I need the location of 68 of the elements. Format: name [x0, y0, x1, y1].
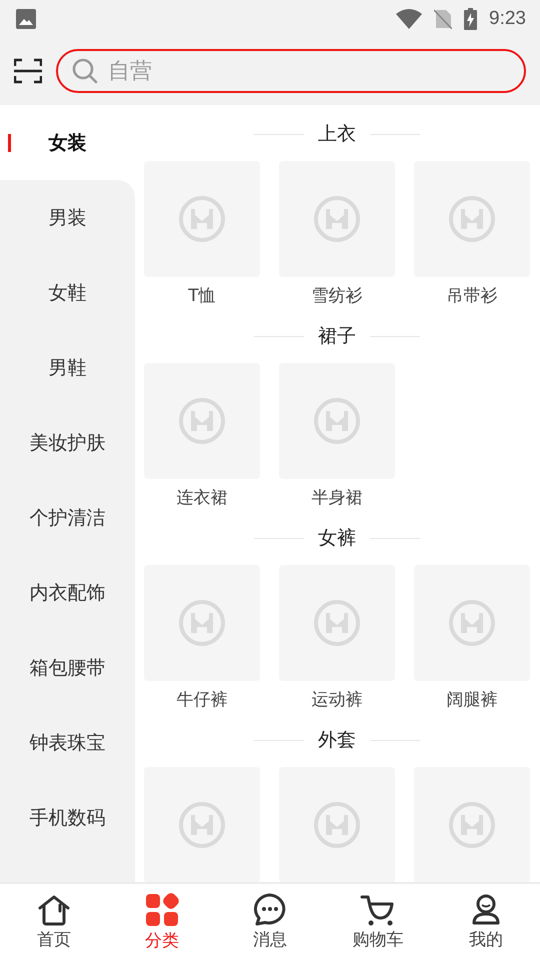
logo-placeholder-icon	[448, 599, 496, 647]
user-icon	[470, 894, 502, 926]
tab-label: 消息	[253, 929, 287, 951]
search-field[interactable]: 自营	[56, 49, 526, 93]
product-thumbnail[interactable]	[279, 161, 395, 277]
search-input[interactable]: 自营	[106, 58, 510, 84]
subcategory-label[interactable]: 连衣裙	[176, 486, 228, 509]
category-item[interactable]: 钟表珠宝	[0, 705, 135, 780]
subcategory-label[interactable]: 吊带衫	[446, 284, 498, 307]
product-thumbnail[interactable]	[414, 767, 530, 882]
subcategory-label[interactable]: 半身裙	[312, 486, 362, 509]
tab-label: 购物车	[352, 928, 404, 950]
selection-indicator	[8, 134, 11, 152]
product-thumbnail[interactable]	[144, 767, 260, 882]
logo-placeholder-icon	[313, 599, 361, 647]
no-sim-icon	[434, 8, 452, 28]
product-thumbnail[interactable]	[144, 565, 260, 681]
scan-icon[interactable]	[14, 58, 42, 84]
subcategory-label[interactable]: 阔腿裤	[446, 688, 498, 711]
logo-placeholder-icon	[313, 195, 361, 243]
wifi-icon	[396, 8, 422, 28]
category-item[interactable]: 男鞋	[0, 330, 135, 405]
category-grid-icon	[145, 892, 179, 926]
subcategory-label[interactable]: T恤	[188, 284, 216, 307]
tab-bar-item[interactable]: 我的	[432, 884, 540, 960]
product-thumbnail[interactable]	[414, 565, 530, 681]
logo-placeholder-icon	[178, 195, 226, 243]
tab-label: 分类	[145, 930, 179, 952]
category-item[interactable]: 箱包腰带	[0, 630, 135, 705]
battery-icon	[464, 8, 478, 30]
logo-placeholder-icon	[448, 801, 496, 849]
image-icon	[16, 8, 36, 28]
tab-bar-item[interactable]: 分类	[108, 884, 216, 960]
tab-label: 首页	[37, 928, 71, 950]
product-thumbnail[interactable]	[279, 363, 395, 479]
logo-placeholder-icon	[178, 397, 226, 445]
product-thumbnail[interactable]	[279, 565, 395, 681]
section-title: 外套	[318, 728, 356, 753]
chat-bubble-icon	[253, 893, 287, 926]
subcategory-label[interactable]: 牛仔裤	[176, 688, 228, 711]
tab-bar-item[interactable]: 首页	[0, 884, 108, 960]
logo-placeholder-icon	[178, 801, 226, 849]
section-title: 裙子	[318, 324, 356, 349]
logo-placeholder-icon	[313, 801, 361, 849]
tab-bar-item[interactable]: 购物车	[324, 884, 432, 960]
section-title: 女裤	[318, 526, 356, 551]
status-time: 9:23	[489, 8, 526, 30]
category-item[interactable]: 手机数码	[0, 780, 135, 855]
product-thumbnail[interactable]	[144, 161, 260, 277]
category-item[interactable]: 内衣配饰	[0, 555, 135, 630]
logo-placeholder-icon	[448, 195, 496, 243]
category-item[interactable]: 女鞋	[0, 255, 135, 330]
product-thumbnail[interactable]	[414, 161, 530, 277]
home-icon	[37, 894, 71, 926]
subcategory-label[interactable]: 运动裤	[312, 688, 362, 711]
section-title: 上衣	[318, 122, 356, 147]
tab-bar-item[interactable]: 消息	[216, 884, 324, 960]
subcategory-label[interactable]: 雪纺衫	[312, 284, 362, 307]
logo-placeholder-icon	[178, 599, 226, 647]
tab-label: 我的	[469, 928, 503, 950]
category-item[interactable]: 美妆护肤	[0, 405, 135, 480]
product-thumbnail[interactable]	[144, 363, 260, 479]
product-thumbnail[interactable]	[279, 767, 395, 882]
search-icon	[72, 58, 98, 84]
category-item[interactable]: 男装	[0, 180, 135, 255]
cart-icon	[360, 894, 396, 926]
category-item[interactable]: 个护清洁	[0, 480, 135, 555]
logo-placeholder-icon	[313, 397, 361, 445]
